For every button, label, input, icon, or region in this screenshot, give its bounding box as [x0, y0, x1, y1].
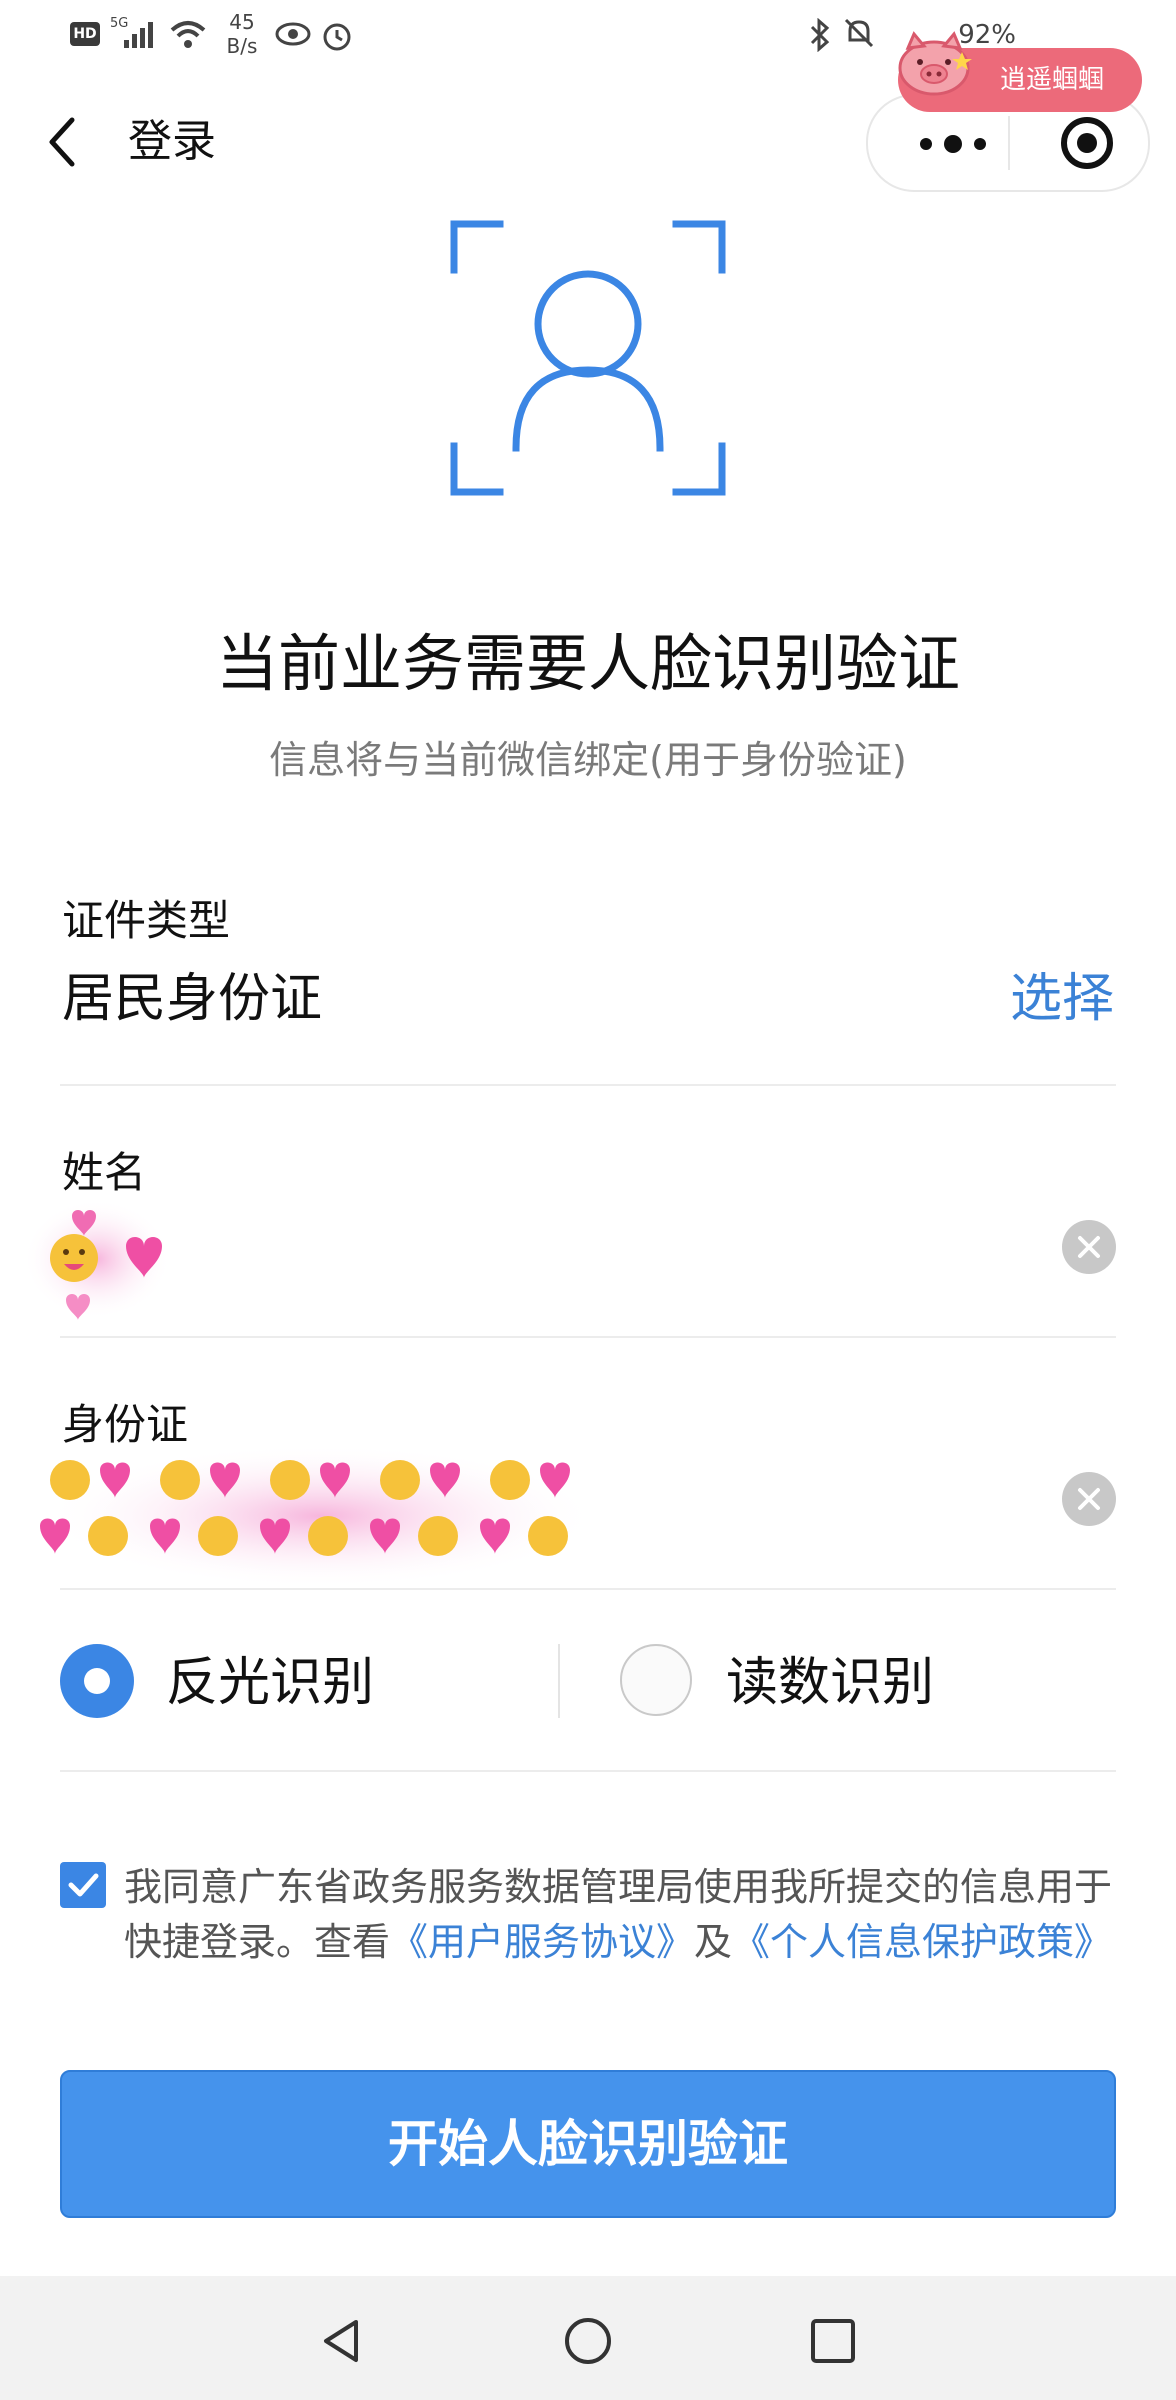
radio-read-number-label[interactable]: 读数识别 [726, 1648, 934, 1718]
select-id-type-button[interactable]: 选择 [1010, 964, 1114, 1034]
capsule-divider [1008, 116, 1010, 170]
face-headline: 当前业务需要人脸识别验证 [215, 627, 960, 700]
hd-badge: HD [70, 22, 100, 46]
radio-reflective[interactable] [60, 1644, 134, 1718]
net-speed: 45 B/s [226, 10, 258, 58]
divider [60, 1770, 1116, 1772]
mode-separator [558, 1644, 560, 1718]
nav-back-icon[interactable] [318, 2316, 368, 2366]
name-masked-input[interactable] [22, 1196, 172, 1322]
nav-recent-icon[interactable] [808, 2316, 858, 2366]
clear-icon [1078, 1236, 1100, 1258]
id-number-masked-input[interactable] [40, 1440, 600, 1590]
agreement-and: 及 [694, 1920, 733, 1964]
terms-link[interactable]: 《用户服务协议》 [390, 1920, 694, 1964]
face-frame-icon [450, 220, 726, 496]
name-label: 姓名 [62, 1148, 147, 1197]
alarm-icon [323, 23, 351, 51]
clear-name-button[interactable] [1062, 1220, 1116, 1274]
id-type-label: 证件类型 [62, 896, 231, 945]
radio-reflective-label[interactable]: 反光识别 [166, 1648, 374, 1718]
bluetooth-icon [810, 18, 830, 52]
privacy-link[interactable]: 《个人信息保护政策》 [732, 1920, 1112, 1964]
face-subline: 信息将与当前微信绑定(用于身份验证) [269, 738, 907, 782]
clear-icon [1078, 1488, 1100, 1510]
mute-icon [844, 18, 874, 48]
agree-checkbox[interactable] [60, 1862, 106, 1908]
nav-home-icon[interactable] [563, 2316, 613, 2366]
page-title: 登录 [128, 116, 216, 167]
clear-id-button[interactable] [1062, 1472, 1116, 1526]
divider [60, 1588, 1116, 1590]
wifi-icon [170, 21, 206, 48]
agreement-text: 我同意广东省政务服务数据管理局使用我所提交的信息用于快捷登录。查看《用户服务协议… [124, 1860, 1114, 1970]
check-icon [68, 1873, 99, 1897]
close-target-icon[interactable] [1058, 114, 1116, 172]
signal-icon [124, 22, 153, 48]
more-dots-icon[interactable] [908, 124, 998, 164]
eye-icon [275, 22, 311, 46]
radio-read-number[interactable] [620, 1644, 692, 1716]
pig-sticker-icon [898, 31, 972, 96]
back-icon[interactable] [44, 112, 84, 172]
divider [60, 1084, 1116, 1086]
divider [60, 1336, 1116, 1338]
start-face-verification-button[interactable]: 开始人脸识别验证 [60, 2070, 1116, 2218]
id-type-value: 居民身份证 [62, 969, 323, 1029]
system-nav-bar [0, 2276, 1176, 2400]
